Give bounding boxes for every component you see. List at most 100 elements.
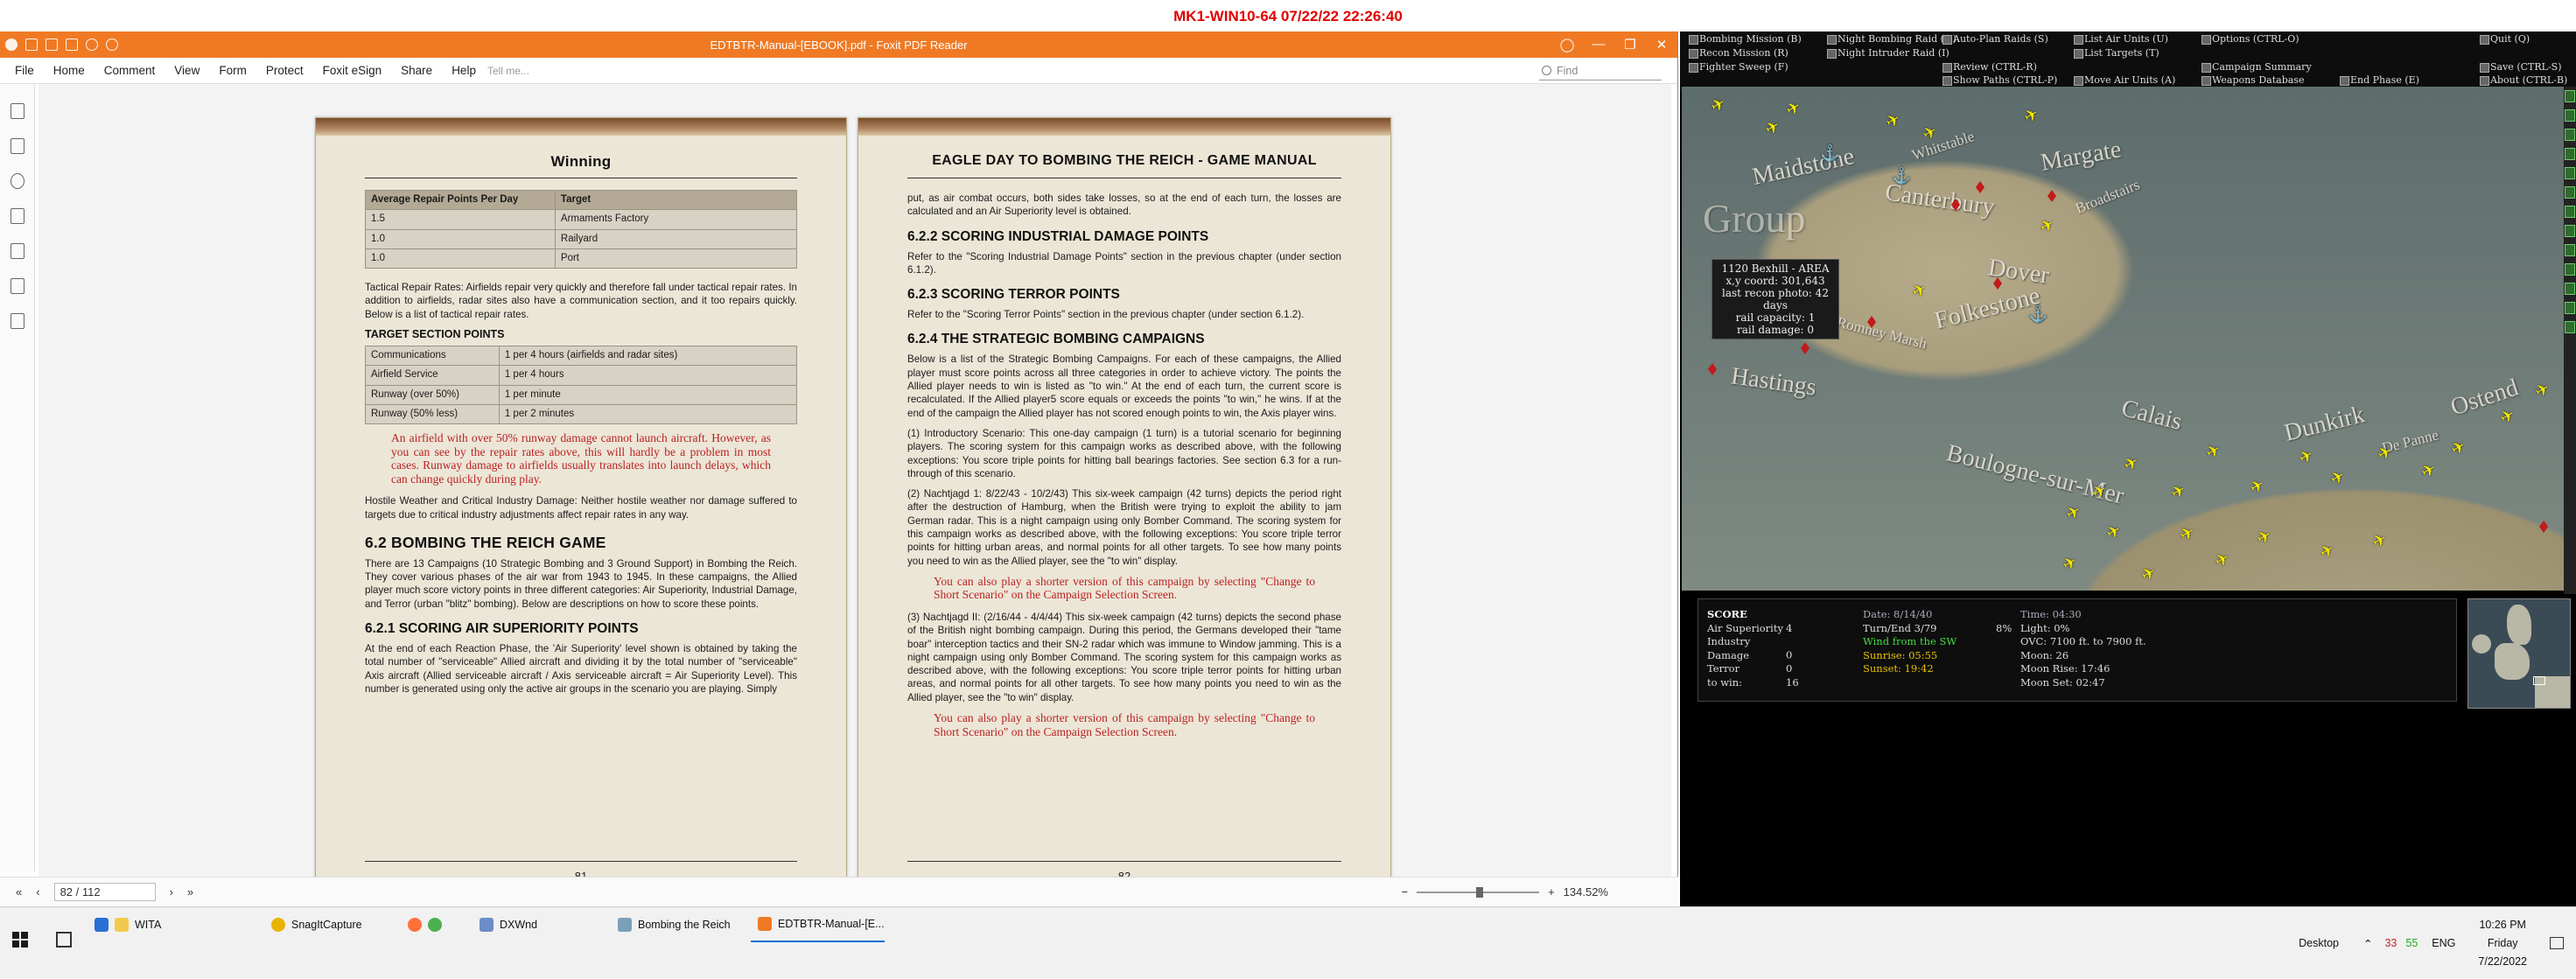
zoom-slider[interactable]: [1417, 886, 1540, 898]
account-icon[interactable]: ◯: [1551, 37, 1583, 52]
undo-icon[interactable]: [86, 38, 98, 51]
next-page-button[interactable]: ›: [170, 885, 173, 899]
prev-page-button[interactable]: ‹: [36, 885, 39, 899]
aircraft-unit-icon[interactable]: ✈: [2167, 480, 2189, 505]
aircraft-unit-icon[interactable]: ✈: [2246, 475, 2268, 500]
night-intruder-raid-button[interactable]: Night Intruder Raid (I): [1825, 47, 1950, 59]
campaign-map[interactable]: Group Maidstone Whitstable Margate Cante…: [1682, 87, 2564, 591]
start-button[interactable]: [12, 932, 28, 948]
chevron-up-icon[interactable]: ⌃: [2363, 937, 2372, 950]
aircraft-unit-icon[interactable]: ✈: [2316, 540, 2338, 564]
port-anchor-icon[interactable]: ⚓: [2028, 305, 2048, 324]
aircraft-unit-icon[interactable]: ✈: [2202, 440, 2224, 465]
aircraft-unit-icon[interactable]: ✈: [2062, 501, 2084, 526]
signature-icon[interactable]: [10, 313, 24, 329]
foxit-logo-icon[interactable]: [5, 38, 18, 51]
aircraft-unit-icon[interactable]: ✈: [2447, 437, 2469, 461]
flak-target-icon[interactable]: [1708, 363, 1717, 375]
menu-esign[interactable]: Foxit eSign: [313, 64, 392, 77]
menu-share[interactable]: Share: [391, 64, 442, 77]
menu-protect[interactable]: Protect: [256, 64, 313, 77]
menu-form[interactable]: Form: [209, 64, 256, 77]
overview-minimap[interactable]: [2468, 598, 2571, 709]
taskbar-item-dxwnd[interactable]: DXWnd: [472, 907, 537, 942]
menu-help[interactable]: Help: [442, 64, 486, 77]
bookmark-icon[interactable]: [10, 103, 24, 119]
minimize-button[interactable]: —: [1583, 37, 1614, 52]
port-anchor-icon[interactable]: ⚓: [1820, 144, 1839, 163]
save-button[interactable]: Save (CTRL-S): [2478, 61, 2562, 73]
print-icon[interactable]: [66, 38, 78, 51]
city-icon[interactable]: [2565, 283, 2575, 295]
auto-plan-raids-button[interactable]: Auto-Plan Raids (S): [1941, 33, 2048, 45]
document-view[interactable]: Winning Average Repair Points Per Day Tar…: [38, 84, 1671, 908]
flak-target-icon[interactable]: [1801, 342, 1810, 354]
tray-counter-a[interactable]: 33: [2384, 937, 2397, 949]
attachment-icon[interactable]: [10, 243, 24, 259]
options-button[interactable]: Options (CTRL-O): [2200, 33, 2300, 45]
menu-comment[interactable]: Comment: [94, 64, 165, 77]
sfx-icon[interactable]: [2565, 321, 2575, 333]
aircraft-unit-icon[interactable]: ✈: [1707, 94, 1729, 118]
port-anchor-icon[interactable]: ⚓: [1892, 167, 1911, 185]
show-paths-button[interactable]: Show Paths (CTRL-P): [1941, 74, 2057, 86]
restore-button[interactable]: ❐: [1614, 37, 1646, 52]
target-filter-icon[interactable]: [2565, 206, 2575, 218]
aircraft-unit-icon[interactable]: ✈: [2253, 526, 2275, 550]
save-icon[interactable]: [46, 38, 58, 51]
taskbar-item-bombing-the-reich[interactable]: Bombing the Reich: [611, 907, 731, 942]
desktop-toolbar[interactable]: Desktop: [2299, 937, 2339, 949]
aircraft-unit-icon[interactable]: ✈: [1882, 109, 1904, 134]
campaign-summary-button[interactable]: Campaign Summary: [2200, 61, 2312, 73]
rail-icon[interactable]: [2565, 263, 2575, 276]
redo-icon[interactable]: [106, 38, 118, 51]
list-targets-button[interactable]: List Targets (T): [2072, 47, 2160, 59]
aircraft-unit-icon[interactable]: ✈: [1908, 279, 1930, 304]
aircraft-unit-icon[interactable]: ✈: [2327, 466, 2348, 491]
tell-me-input[interactable]: Tell me...: [487, 65, 529, 77]
notification-icon[interactable]: [2550, 937, 2564, 949]
flak-target-icon[interactable]: [2539, 521, 2548, 533]
zoom-out-button[interactable]: −: [1401, 885, 1408, 899]
first-page-button[interactable]: «: [16, 885, 22, 899]
task-view-icon[interactable]: [56, 932, 72, 948]
aircraft-unit-icon[interactable]: ✈: [2138, 563, 2160, 587]
last-page-button[interactable]: »: [187, 885, 193, 899]
center-icon[interactable]: [2565, 129, 2575, 141]
night-bombing-raid-button[interactable]: Night Bombing Raid (N): [1825, 33, 1956, 45]
weather-icon[interactable]: [2565, 148, 2575, 160]
end-phase-button[interactable]: End Phase (E): [2338, 74, 2419, 86]
aircraft-unit-icon[interactable]: ✈: [1782, 97, 1804, 122]
minimap-viewport[interactable]: [2533, 676, 2545, 685]
aircraft-unit-icon[interactable]: ✈: [2103, 521, 2124, 545]
list-air-units-button[interactable]: List Air Units (U): [2072, 33, 2168, 45]
menu-view[interactable]: View: [164, 64, 209, 77]
unit-icon[interactable]: [2565, 302, 2575, 314]
aircraft-unit-icon[interactable]: ✈: [2496, 405, 2518, 430]
aircraft-unit-icon[interactable]: ✈: [2295, 445, 2317, 470]
taskbar-item-wita[interactable]: WITA: [88, 907, 161, 942]
about-button[interactable]: About (CTRL-B): [2478, 74, 2567, 86]
clock[interactable]: 10:26 PM Friday 7/22/2022: [2478, 916, 2527, 971]
security-icon[interactable]: [10, 278, 24, 294]
taskbar-item-browsers[interactable]: [401, 907, 448, 942]
recon-mission-button[interactable]: Recon Mission (R): [1687, 47, 1788, 59]
aircraft-unit-icon[interactable]: ✈: [2531, 379, 2553, 403]
tray-counter-b[interactable]: 55: [2405, 937, 2418, 949]
bombing-mission-button[interactable]: Bombing Mission (B): [1687, 33, 1802, 45]
zoom-out-icon[interactable]: [2565, 109, 2575, 122]
aircraft-unit-icon[interactable]: ✈: [2036, 214, 2058, 239]
flak-target-icon[interactable]: [2048, 190, 2056, 202]
taskbar-item-foxit[interactable]: EDTBTR-Manual-[E...: [751, 907, 885, 942]
review-button[interactable]: Review (CTRL-R): [1941, 61, 2037, 73]
move-air-units-button[interactable]: Move Air Units (A): [2072, 74, 2175, 86]
find-input[interactable]: Find: [1539, 61, 1662, 80]
fighter-sweep-button[interactable]: Fighter Sweep (F): [1687, 61, 1788, 73]
zoom-in-icon[interactable]: [2565, 90, 2575, 102]
aircraft-unit-icon[interactable]: ✈: [2020, 104, 2042, 129]
open-icon[interactable]: [25, 38, 38, 51]
quit-button[interactable]: Quit (Q): [2478, 33, 2530, 45]
flak-icon[interactable]: [2565, 244, 2575, 256]
radar-icon[interactable]: [2565, 225, 2575, 237]
language-indicator[interactable]: ENG: [2432, 937, 2455, 949]
